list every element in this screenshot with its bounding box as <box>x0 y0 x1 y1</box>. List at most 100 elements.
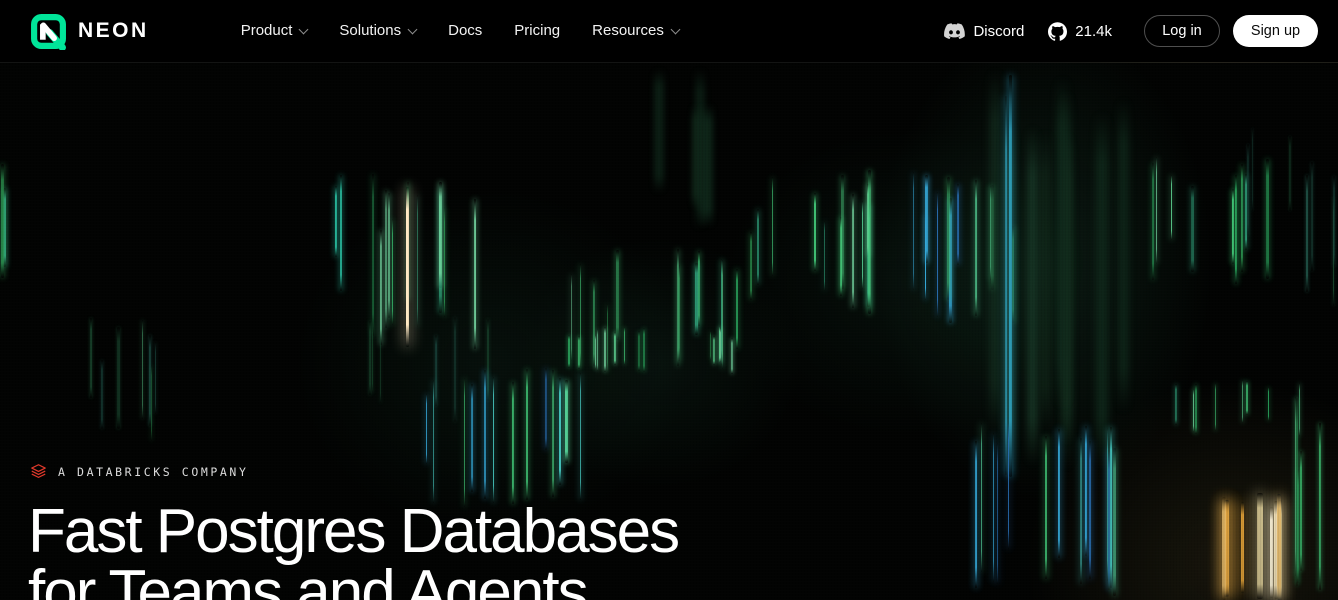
background-streak <box>1109 426 1113 589</box>
background-streak <box>771 176 774 276</box>
background-streak <box>1234 174 1237 284</box>
background-streak <box>425 393 428 465</box>
nav-item-product[interactable]: Product <box>241 0 309 62</box>
nav-item-resources[interactable]: Resources <box>592 0 681 62</box>
background-streak <box>385 190 388 328</box>
background-streak <box>1246 380 1248 416</box>
background-streak <box>1247 143 1249 236</box>
background-streak <box>101 359 103 430</box>
discord-icon <box>944 23 966 39</box>
databricks-icon <box>30 463 47 480</box>
background-streak <box>1257 493 1263 600</box>
background-streak <box>868 170 871 314</box>
background-streak <box>117 327 120 430</box>
background-streak <box>1332 176 1336 268</box>
background-streak <box>719 328 722 362</box>
background-streak <box>1170 174 1172 241</box>
background-streak <box>371 174 375 337</box>
background-streak <box>571 273 573 361</box>
nav-item-label: Docs <box>448 22 483 39</box>
background-streak <box>993 432 995 582</box>
background-streak <box>406 186 410 348</box>
background-streak <box>580 264 582 368</box>
background-streak <box>387 193 390 319</box>
background-streak <box>654 69 665 193</box>
github-icon <box>1048 21 1068 41</box>
background-streak <box>624 327 626 366</box>
background-streak <box>493 376 495 503</box>
brand-name: NEON <box>78 19 149 42</box>
main-menu: Product Solutions Docs Pricing Resources <box>241 0 681 62</box>
nav-item-solutions[interactable]: Solutions <box>339 0 418 62</box>
background-streak <box>756 209 759 285</box>
background-streak <box>1300 451 1303 572</box>
background-streak <box>823 221 825 291</box>
background-streak <box>606 303 608 373</box>
background-streak <box>1175 384 1177 426</box>
background-streak <box>1057 77 1068 409</box>
chevron-down-icon <box>407 24 418 34</box>
background-streak <box>416 194 419 328</box>
discord-label: Discord <box>973 22 1025 40</box>
background-streak <box>1296 398 1298 586</box>
background-streak <box>432 380 434 503</box>
nav-item-label: Pricing <box>514 22 561 39</box>
background-streak <box>340 174 343 292</box>
background-streak <box>150 364 152 441</box>
background-streak <box>1095 112 1109 468</box>
background-streak <box>1190 185 1194 272</box>
background-streak <box>700 104 713 228</box>
discord-link[interactable]: Discord <box>944 23 1024 40</box>
background-streak <box>1240 164 1243 273</box>
background-streak <box>141 320 143 419</box>
background-streak <box>1107 450 1111 590</box>
background-streak <box>565 380 569 463</box>
background-streak <box>861 200 864 290</box>
nav-item-pricing[interactable]: Pricing <box>514 0 560 62</box>
login-button[interactable]: Log in <box>1144 15 1220 47</box>
background-streak <box>552 370 554 498</box>
background-streak <box>736 268 739 350</box>
neon-logo-icon <box>30 13 67 50</box>
background-streak <box>852 193 854 309</box>
background-streak <box>1041 132 1050 431</box>
background-streak <box>678 264 680 361</box>
background-streak <box>1045 435 1048 579</box>
login-button-label: Log in <box>1162 23 1202 39</box>
background-streak <box>154 341 157 414</box>
background-streak <box>981 422 983 573</box>
background-streak <box>1267 387 1270 421</box>
background-streak <box>1057 428 1061 558</box>
background-streak <box>578 336 580 370</box>
background-streak <box>379 229 382 345</box>
background-streak <box>597 328 599 371</box>
background-streak <box>464 378 466 507</box>
background-streak <box>473 199 477 349</box>
background-streak <box>454 317 456 423</box>
background-streak <box>486 319 490 401</box>
hero-heading-line2: for Teams and Agents <box>28 558 589 600</box>
background-streak <box>713 335 715 365</box>
nav-item-docs[interactable]: Docs <box>448 0 482 62</box>
background-streak <box>1080 438 1083 585</box>
hero-heading-line1: Fast Postgres Databases <box>28 497 680 566</box>
background-streak <box>996 442 999 584</box>
background-streak <box>841 175 844 289</box>
background-streak <box>990 70 1000 436</box>
neon-logo[interactable]: NEON <box>30 13 149 50</box>
nav-item-label: Resources <box>592 22 664 39</box>
background-streak <box>443 206 446 317</box>
background-streak <box>1221 496 1226 600</box>
databricks-badge-text: A DATABRICKS COMPANY <box>58 464 249 479</box>
github-link[interactable]: 21.4k <box>1048 21 1112 41</box>
background-streak <box>925 175 928 263</box>
background-streak <box>937 191 939 318</box>
background-streak <box>604 326 607 373</box>
background-streak <box>1088 441 1091 579</box>
background-streak <box>391 219 393 325</box>
signup-button[interactable]: Sign up <box>1233 15 1318 47</box>
background-streak <box>1113 448 1116 597</box>
background-streak <box>511 381 514 505</box>
background-streak <box>697 251 701 326</box>
background-streak <box>616 250 620 341</box>
